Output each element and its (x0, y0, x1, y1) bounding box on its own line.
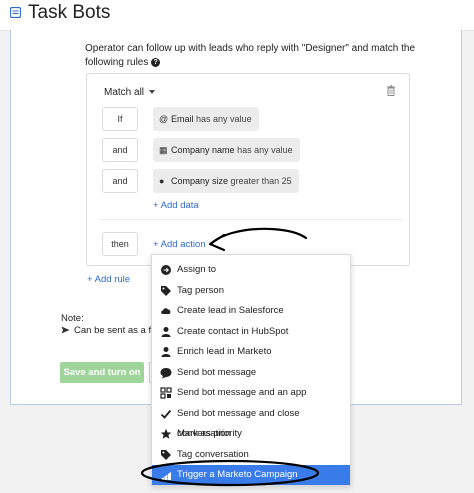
menu-item-tag-person[interactable]: Tag person (152, 281, 350, 301)
tag-icon (161, 449, 171, 460)
chat-bubble-icon (160, 367, 172, 378)
help-icon[interactable]: ? (151, 57, 161, 67)
add-data-link[interactable]: + Add data (153, 200, 199, 211)
menu-item-trigger-marketo-campaign[interactable]: Trigger a Marketo Campaign (152, 465, 350, 485)
app-grid-icon (160, 387, 172, 399)
person-icon (161, 326, 171, 337)
app-header: Task Bots (0, 0, 474, 31)
action-menu: Assign to Tag person Create lead in Sale… (151, 254, 351, 486)
company-icon: ▦ (159, 145, 168, 155)
menu-item-assign-to[interactable]: Assign to (152, 260, 350, 280)
intro-text: Operator can follow up with leads who re… (85, 42, 435, 70)
menu-item-enrich-lead-marketo[interactable]: Enrich lead in Marketo (152, 342, 350, 362)
bot-list-icon (10, 7, 21, 18)
trash-icon[interactable] (386, 85, 396, 96)
note-label: Note: (61, 313, 84, 324)
menu-item-send-bot-message-and-app[interactable]: Send bot message and an app (152, 383, 350, 403)
send-icon (61, 326, 70, 334)
condition-connector: and (102, 169, 138, 193)
condition-operator: greater than 25 (230, 176, 292, 186)
menu-item-label: Send bot message and an app (177, 387, 307, 398)
condition-connector: If (102, 107, 138, 131)
menu-item-label: Mark as priority (177, 428, 242, 439)
menu-item-label: Create contact in HubSpot (177, 325, 289, 337)
menu-item-label: Trigger a Marketo Campaign (177, 469, 298, 480)
menu-item-label: Enrich lead in Marketo (177, 346, 272, 357)
note-content: Can be sent as a foll (74, 325, 161, 336)
menu-item-create-lead-salesforce[interactable]: Create lead in Salesforce (152, 301, 350, 321)
tag-icon (161, 285, 171, 296)
menu-item-label: Assign to (177, 264, 217, 275)
menu-item-label: Send bot message (177, 366, 257, 378)
at-icon: @ (159, 114, 169, 124)
menu-item-mark-as-priority[interactable]: Mark as priority (152, 424, 350, 444)
menu-item-label: Create lead in Salesforce (177, 305, 284, 316)
condition-operator: has any value (237, 145, 293, 155)
match-all-label: Match all (104, 87, 145, 98)
add-rule-link[interactable]: + Add rule (87, 274, 130, 285)
person-icon (161, 347, 171, 357)
intro-label: Operator can follow up with leads who re… (85, 43, 416, 68)
page-title: Task Bots (28, 2, 111, 23)
save-and-turn-on-button[interactable]: Save and turn on (60, 362, 144, 383)
menu-item-label: Tag person (177, 284, 225, 296)
condition-attribute: Email (171, 114, 194, 124)
menu-item-label: Tag conversation (177, 448, 249, 460)
condition-attribute: Company size (171, 176, 229, 186)
marketo-bars-icon (161, 472, 171, 480)
menu-item-tag-conversation[interactable]: Tag conversation (152, 445, 350, 465)
menu-item-send-bot-message[interactable]: Send bot message (152, 363, 350, 383)
then-connector: then (102, 232, 138, 256)
condition-chip-company-size[interactable]: ● Company size greater than 25 (153, 169, 299, 193)
salesforce-cloud-icon (161, 308, 171, 314)
menu-item-create-contact-hubspot[interactable]: Create contact in HubSpot (152, 322, 350, 342)
condition-connector: and (102, 138, 138, 162)
rules-divider (100, 219, 402, 220)
chevron-down-icon (149, 90, 156, 95)
condition-chip-email[interactable]: @ Email has any value (153, 107, 259, 131)
menu-item-send-and-close[interactable]: Send bot message and close conversation (152, 404, 350, 439)
match-all-dropdown[interactable]: Match all (104, 87, 156, 98)
checkmark-icon (160, 409, 172, 419)
note-text: Can be sent as a foll (61, 325, 161, 336)
condition-chip-company-name[interactable]: ▦ Company name has any value (153, 138, 300, 162)
condition-operator: has any value (196, 114, 252, 124)
assign-arrow-icon (161, 265, 171, 275)
people-icon: ● (159, 176, 165, 186)
star-icon (160, 428, 172, 439)
add-action-link[interactable]: + Add action (153, 239, 206, 250)
condition-attribute: Company name (171, 145, 235, 155)
